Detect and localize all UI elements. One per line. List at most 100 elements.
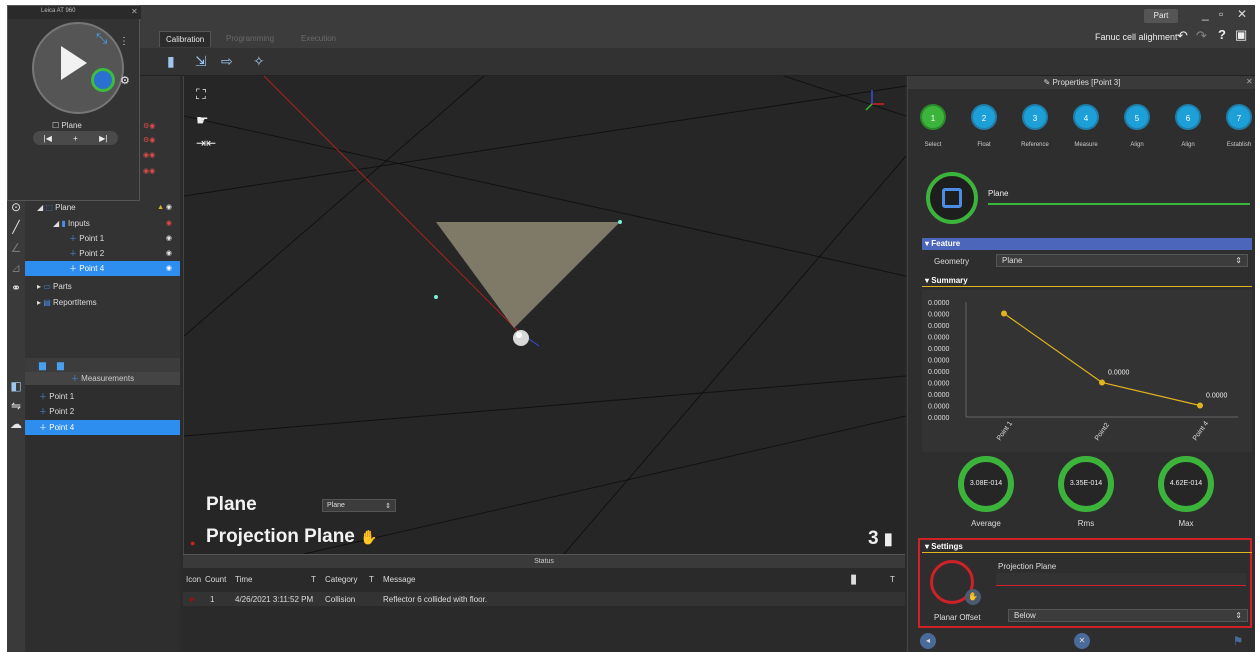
step-2-button[interactable]: 2 xyxy=(971,104,997,130)
transform-icon[interactable]: ⇋ xyxy=(9,399,23,413)
add-button[interactable]: + xyxy=(73,134,78,143)
y-tick-label: 0.0000 xyxy=(928,392,950,399)
x-tick-label: Point 4 xyxy=(1192,420,1210,442)
3d-viewport[interactable]: ⛶ ☛ ⇥⇤ Plane Plane ⇕ ● Projection Plane … xyxy=(183,76,906,554)
device-icon[interactable]: ▮ xyxy=(167,53,175,70)
close-icon[interactable]: ✕ xyxy=(1237,7,1247,21)
ruler-icon[interactable]: ⊿ xyxy=(9,261,23,275)
wand-icon[interactable]: ✧ xyxy=(253,53,265,70)
eye-icon[interactable]: ◉ xyxy=(166,246,172,261)
column-time[interactable]: Time xyxy=(235,575,252,584)
cloud-icon[interactable]: ☁ xyxy=(9,417,23,431)
gear-icon[interactable]: ⚙ xyxy=(120,74,130,87)
column-count[interactable]: Count xyxy=(205,575,226,584)
point-marker xyxy=(434,295,438,299)
plane-checkbox[interactable]: ☐ Plane xyxy=(52,121,82,130)
tree-item-point[interactable]: ＋ Point 1 ◉ xyxy=(25,231,180,246)
step-6-button[interactable]: 6 xyxy=(1175,104,1201,130)
part-button[interactable]: Part xyxy=(1144,9,1178,23)
folder-icon[interactable]: ▆ xyxy=(39,360,46,371)
step-3-button[interactable]: 3 xyxy=(1022,104,1048,130)
hand-icon[interactable]: ☛ xyxy=(196,112,209,129)
fullscreen-icon[interactable]: ⛶ xyxy=(196,86,206,103)
help-icon[interactable]: ? xyxy=(1218,27,1226,42)
projection-plane-field[interactable] xyxy=(996,573,1246,586)
tree-item-parts[interactable]: ▸ ▭ Parts xyxy=(25,279,180,294)
measurement-item[interactable]: ＋ Point 1 xyxy=(25,389,180,404)
measurements-panel: ＋ Measurements ＋ Point 1 ＋ Point 2 ＋ Poi… xyxy=(25,372,180,652)
probe-icon[interactable]: ⊙ xyxy=(9,200,23,214)
angle-icon[interactable]: ∠ xyxy=(9,241,23,255)
column-icon[interactable]: Icon xyxy=(186,575,201,584)
eye-icon[interactable]: ◉ xyxy=(166,216,172,231)
report-icon: ▤ xyxy=(43,298,54,307)
row-time: 4/26/2021 3:11:52 PM xyxy=(235,595,314,604)
tab-programming[interactable]: Programming xyxy=(226,34,274,43)
hand-icon[interactable]: ✋ xyxy=(965,589,981,605)
step-4-button[interactable]: 4 xyxy=(1073,104,1099,130)
trash-icon[interactable]: ▮ xyxy=(850,571,857,587)
settings-section[interactable]: ▾ Settings xyxy=(922,541,1252,553)
import-icon[interactable]: ⇲ xyxy=(195,53,207,70)
finish-flag-icon[interactable]: ⚑ xyxy=(1230,633,1246,649)
feature-section[interactable]: ▾ Feature xyxy=(922,238,1252,250)
restore-icon[interactable]: ▫ xyxy=(1219,7,1223,21)
collapse-icon[interactable]: ⤡ xyxy=(96,30,107,47)
eye-icon[interactable]: ◉ xyxy=(166,200,172,215)
geometry-select[interactable]: Plane ⇕ xyxy=(996,254,1248,267)
back-icon[interactable]: ◂ xyxy=(920,633,936,649)
tree-item-plane[interactable]: ◢ ⬚ Plane ▲ ◉ xyxy=(25,200,180,215)
fit-icon[interactable]: ⇥⇤ xyxy=(196,136,216,150)
minimize-icon[interactable]: _ xyxy=(1202,7,1209,21)
tree-item-point[interactable]: ＋ Point 2 ◉ xyxy=(25,246,180,261)
export-icon[interactable]: ⇨ xyxy=(221,53,233,70)
save-icon[interactable]: ▣ xyxy=(1235,27,1247,43)
filter-icon[interactable]: T xyxy=(369,575,374,584)
app-window: Calibration Programming Execution Part _… xyxy=(7,5,1255,652)
filter-icon[interactable]: T xyxy=(311,575,316,584)
link-icon[interactable]: ⚭ xyxy=(9,281,23,295)
line-icon[interactable]: ╱ xyxy=(9,220,23,234)
point-icon: ＋ xyxy=(39,423,50,432)
tab-execution[interactable]: Execution xyxy=(301,34,336,43)
filter-icon[interactable]: T xyxy=(890,575,895,584)
summary-section[interactable]: ▾ Summary xyxy=(922,275,1252,287)
hand-icon[interactable]: ✋ xyxy=(360,529,377,545)
previous-button[interactable]: |◀ xyxy=(44,134,52,143)
checkbox-icon: ☐ xyxy=(52,121,62,130)
more-icon[interactable]: ⋮ xyxy=(119,36,129,47)
feature-name[interactable]: Plane xyxy=(988,189,1008,198)
measurement-item[interactable]: ＋ Point 2 xyxy=(25,404,180,419)
tab-calibration[interactable]: Calibration xyxy=(159,31,212,47)
chevron-down-icon: ⇕ xyxy=(1235,256,1242,265)
close-icon[interactable]: ✕ xyxy=(131,7,138,16)
folder-icon[interactable]: ▆ xyxy=(57,360,64,371)
measurement-item[interactable]: ＋ Point 4 xyxy=(25,420,180,435)
step-1-button[interactable]: 1 xyxy=(920,104,946,130)
average-gauge: 3.08E-014 xyxy=(958,456,1014,512)
tracker-dial[interactable]: ⤡ ⋮ xyxy=(32,22,129,114)
tree-item-reportitems[interactable]: ▸ ▤ ReportItems xyxy=(25,295,180,310)
plane-select[interactable]: Plane ⇕ xyxy=(322,499,396,512)
eye-icon[interactable]: ◉ xyxy=(166,231,172,246)
axis-gizmo xyxy=(865,90,884,111)
column-category[interactable]: Category xyxy=(325,575,357,584)
step-5-button[interactable]: 5 xyxy=(1124,104,1150,130)
planar-offset-select[interactable]: Below ⇕ xyxy=(1008,609,1248,622)
camera-icon[interactable] xyxy=(91,68,115,92)
close-icon[interactable]: ✕ xyxy=(1246,77,1253,86)
play-icon[interactable] xyxy=(61,46,87,80)
next-button[interactable]: ▶| xyxy=(99,134,107,143)
tool-icons: ◉◉ xyxy=(143,152,156,159)
step-7-button[interactable]: 7 xyxy=(1226,104,1252,130)
measure-icon[interactable]: ◧ xyxy=(9,379,23,393)
redo-icon[interactable]: ↷ xyxy=(1196,28,1207,44)
tree-item-inputs[interactable]: ◢ ▮ Inputs ◉ xyxy=(25,216,180,231)
average-label: Average xyxy=(971,519,1001,528)
tree-item-point[interactable]: ＋ Point 4 ◉ xyxy=(25,261,180,276)
cancel-icon[interactable]: ✕ xyxy=(1074,633,1090,649)
eye-icon[interactable]: ◉ xyxy=(166,261,172,276)
undo-icon[interactable]: ↶ xyxy=(1177,28,1188,44)
column-message[interactable]: Message xyxy=(383,575,415,584)
trash-icon[interactable]: ▮ xyxy=(884,531,893,548)
